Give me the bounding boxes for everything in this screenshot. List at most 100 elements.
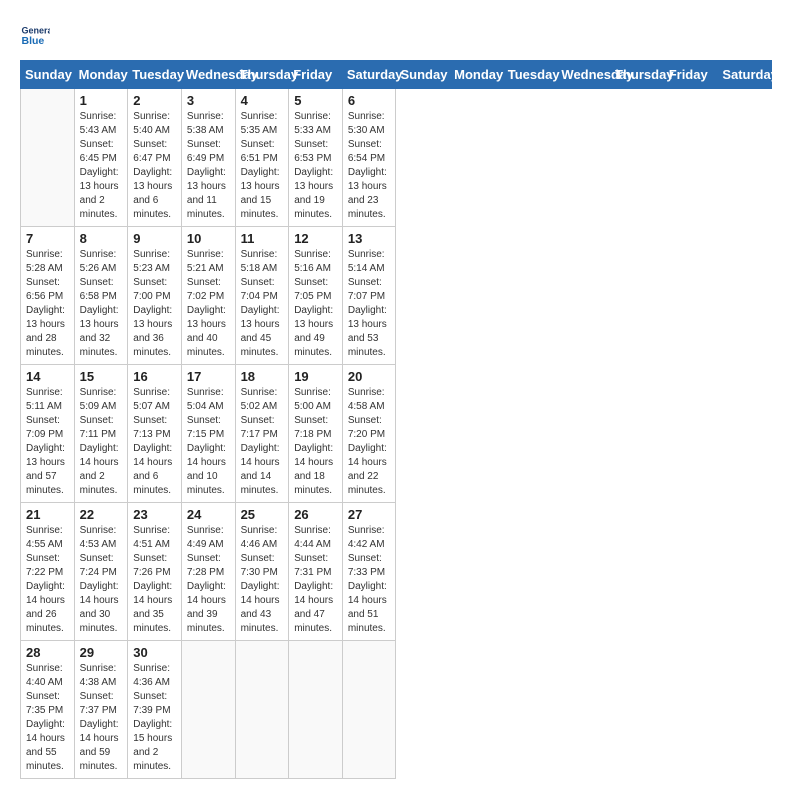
day-info: Sunrise: 5:11 AMSunset: 7:09 PMDaylight:… [26, 386, 69, 498]
weekday-header-tuesday: Tuesday [128, 61, 182, 89]
day-info: Sunrise: 5:02 AMSunset: 7:17 PMDaylight:… [241, 386, 284, 498]
calendar-cell [181, 641, 235, 779]
day-info: Sunrise: 5:30 AMSunset: 6:54 PMDaylight:… [348, 110, 391, 222]
svg-text:General: General [22, 26, 51, 36]
calendar-cell: 21 Sunrise: 4:55 AMSunset: 7:22 PMDayligh… [21, 503, 75, 641]
day-info: Sunrise: 4:58 AMSunset: 7:20 PMDaylight:… [348, 386, 391, 498]
day-number: 30 [133, 645, 176, 660]
calendar-cell: 1 Sunrise: 5:43 AMSunset: 6:45 PMDaylight… [74, 89, 128, 227]
day-info: Sunrise: 5:33 AMSunset: 6:53 PMDaylight:… [294, 110, 337, 222]
calendar-cell: 11 Sunrise: 5:18 AMSunset: 7:04 PMDayligh… [235, 227, 289, 365]
weekday-header-wednesday: Wednesday [557, 61, 611, 89]
calendar-week-3: 14Sunrise: 5:11 AMSunset: 7:09 PMDayligh… [21, 365, 772, 503]
weekday-header-thursday: Thursday [611, 61, 665, 89]
day-number: 28 [26, 645, 69, 660]
day-number: 4 [241, 93, 284, 108]
calendar-week-5: 28 Sunrise: 4:40 AMSunset: 7:35 PMDayligh… [21, 641, 772, 779]
day-info: Sunrise: 5:23 AMSunset: 7:00 PMDaylight:… [133, 248, 176, 360]
day-info: Sunrise: 5:38 AMSunset: 6:49 PMDaylight:… [187, 110, 230, 222]
calendar-cell: 23 Sunrise: 4:51 AMSunset: 7:26 PMDayligh… [128, 503, 182, 641]
weekday-header-saturday: Saturday [342, 61, 396, 89]
day-info: Sunrise: 5:35 AMSunset: 6:51 PMDaylight:… [241, 110, 284, 222]
weekday-header-tuesday: Tuesday [503, 61, 557, 89]
day-number: 25 [241, 507, 284, 522]
day-number: 10 [187, 231, 230, 246]
day-number: 5 [294, 93, 337, 108]
calendar-cell [21, 89, 75, 227]
calendar-cell: 3 Sunrise: 5:38 AMSunset: 6:49 PMDaylight… [181, 89, 235, 227]
calendar-cell [235, 641, 289, 779]
weekday-header-friday: Friday [289, 61, 343, 89]
day-info: Sunrise: 4:51 AMSunset: 7:26 PMDaylight:… [133, 524, 176, 636]
day-number: 11 [241, 231, 284, 246]
day-number: 15 [80, 369, 123, 384]
weekday-header-sunday: Sunday [21, 61, 75, 89]
calendar-cell: 18 Sunrise: 5:02 AMSunset: 7:17 PMDayligh… [235, 365, 289, 503]
day-number: 18 [241, 369, 284, 384]
calendar-cell: 29 Sunrise: 4:38 AMSunset: 7:37 PMDayligh… [74, 641, 128, 779]
day-info: Sunrise: 4:36 AMSunset: 7:39 PMDaylight:… [133, 662, 176, 774]
day-info: Sunrise: 4:42 AMSunset: 7:33 PMDaylight:… [348, 524, 391, 636]
calendar-week-2: 7 Sunrise: 5:28 AMSunset: 6:56 PMDaylight… [21, 227, 772, 365]
calendar-cell: 9 Sunrise: 5:23 AMSunset: 7:00 PMDaylight… [128, 227, 182, 365]
day-number: 19 [294, 369, 337, 384]
day-number: 24 [187, 507, 230, 522]
day-number: 1 [80, 93, 123, 108]
day-info: Sunrise: 5:28 AMSunset: 6:56 PMDaylight:… [26, 248, 69, 360]
calendar-cell: 5 Sunrise: 5:33 AMSunset: 6:53 PMDaylight… [289, 89, 343, 227]
calendar-cell: 24 Sunrise: 4:49 AMSunset: 7:28 PMDayligh… [181, 503, 235, 641]
day-number: 26 [294, 507, 337, 522]
day-number: 23 [133, 507, 176, 522]
page-header: General Blue [20, 20, 772, 50]
day-number: 13 [348, 231, 391, 246]
day-info: Sunrise: 4:40 AMSunset: 7:35 PMDaylight:… [26, 662, 69, 774]
weekday-header-sunday: Sunday [396, 61, 450, 89]
calendar-week-4: 21 Sunrise: 4:55 AMSunset: 7:22 PMDayligh… [21, 503, 772, 641]
day-info: Sunrise: 4:53 AMSunset: 7:24 PMDaylight:… [80, 524, 123, 636]
calendar-table: SundayMondayTuesdayWednesdayThursdayFrid… [20, 60, 772, 779]
calendar-cell: 22 Sunrise: 4:53 AMSunset: 7:24 PMDayligh… [74, 503, 128, 641]
weekday-header-wednesday: Wednesday [181, 61, 235, 89]
day-number: 29 [80, 645, 123, 660]
svg-text:Blue: Blue [22, 35, 45, 47]
calendar-cell: 6 Sunrise: 5:30 AMSunset: 6:54 PMDaylight… [342, 89, 396, 227]
day-number: 3 [187, 93, 230, 108]
day-info: Sunrise: 5:26 AMSunset: 6:58 PMDaylight:… [80, 248, 123, 360]
day-info: Sunrise: 4:55 AMSunset: 7:22 PMDaylight:… [26, 524, 69, 636]
logo: General Blue [20, 20, 50, 50]
calendar-cell: 17 Sunrise: 5:04 AMSunset: 7:15 PMDayligh… [181, 365, 235, 503]
day-number: 16 [133, 369, 176, 384]
calendar-cell: 28 Sunrise: 4:40 AMSunset: 7:35 PMDayligh… [21, 641, 75, 779]
weekday-header-friday: Friday [664, 61, 718, 89]
day-number: 12 [294, 231, 337, 246]
day-number: 17 [187, 369, 230, 384]
calendar-cell: 12 Sunrise: 5:16 AMSunset: 7:05 PMDayligh… [289, 227, 343, 365]
calendar-cell [342, 641, 396, 779]
day-info: Sunrise: 5:43 AMSunset: 6:45 PMDaylight:… [80, 110, 123, 222]
day-number: 2 [133, 93, 176, 108]
day-info: Sunrise: 5:40 AMSunset: 6:47 PMDaylight:… [133, 110, 176, 222]
day-number: 22 [80, 507, 123, 522]
day-info: Sunrise: 5:04 AMSunset: 7:15 PMDaylight:… [187, 386, 230, 498]
day-info: Sunrise: 4:49 AMSunset: 7:28 PMDaylight:… [187, 524, 230, 636]
day-info: Sunrise: 5:18 AMSunset: 7:04 PMDaylight:… [241, 248, 284, 360]
day-info: Sunrise: 5:16 AMSunset: 7:05 PMDaylight:… [294, 248, 337, 360]
day-number: 27 [348, 507, 391, 522]
day-number: 6 [348, 93, 391, 108]
weekday-header-monday: Monday [450, 61, 504, 89]
day-info: Sunrise: 5:09 AMSunset: 7:11 PMDaylight:… [80, 386, 123, 498]
day-number: 9 [133, 231, 176, 246]
calendar-cell: 14Sunrise: 5:11 AMSunset: 7:09 PMDayligh… [21, 365, 75, 503]
day-number: 21 [26, 507, 69, 522]
calendar-cell: 16Sunrise: 5:07 AMSunset: 7:13 PMDayligh… [128, 365, 182, 503]
day-info: Sunrise: 4:38 AMSunset: 7:37 PMDaylight:… [80, 662, 123, 774]
calendar-cell: 25Sunrise: 4:46 AMSunset: 7:30 PMDayligh… [235, 503, 289, 641]
weekday-header-row: SundayMondayTuesdayWednesdayThursdayFrid… [21, 61, 772, 89]
calendar-week-1: 1 Sunrise: 5:43 AMSunset: 6:45 PMDaylight… [21, 89, 772, 227]
weekday-header-thursday: Thursday [235, 61, 289, 89]
day-number: 7 [26, 231, 69, 246]
calendar-cell: 10Sunrise: 5:21 AMSunset: 7:02 PMDayligh… [181, 227, 235, 365]
calendar-cell: 8Sunrise: 5:26 AMSunset: 6:58 PMDaylight… [74, 227, 128, 365]
calendar-cell: 26Sunrise: 4:44 AMSunset: 7:31 PMDayligh… [289, 503, 343, 641]
calendar-cell: 4 Sunrise: 5:35 AMSunset: 6:51 PMDaylight… [235, 89, 289, 227]
